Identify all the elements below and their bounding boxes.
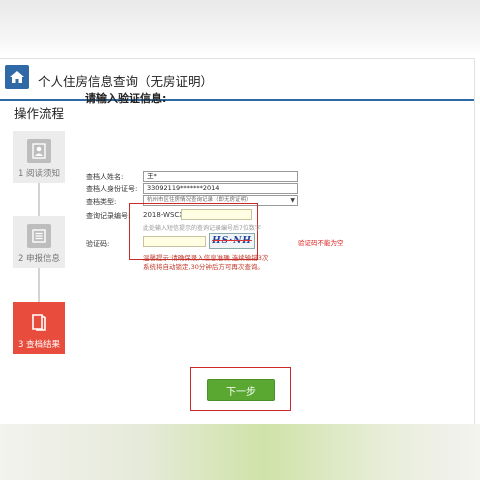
blurred-top-area: [0, 0, 480, 56]
id-number-field[interactable]: 33092119*******2014: [143, 183, 298, 194]
step-label: 3 查档结果: [17, 340, 61, 350]
step-label: 1 阅读须知: [17, 169, 61, 179]
captcha-error: 验证码不能为空: [298, 239, 344, 247]
blurred-bottom-area: [0, 424, 480, 480]
step-connector: [38, 183, 40, 216]
home-icon[interactable]: [5, 65, 29, 89]
record-number-field[interactable]: [181, 209, 252, 220]
type-label: 查档类型:: [86, 198, 117, 206]
list-icon: [27, 224, 51, 248]
captcha-text: HS·NH: [212, 236, 252, 246]
captcha-label: 验证码:: [86, 240, 110, 248]
next-step-button[interactable]: 下一步: [207, 379, 275, 401]
person-icon: [27, 139, 51, 163]
record-prefix: 2018-WSCX-: [143, 211, 187, 219]
name-label: 查档人姓名:: [86, 173, 124, 181]
chevron-down-icon: ▼: [290, 197, 295, 204]
id-label: 查档人身份证号:: [86, 185, 138, 193]
warm-notice: 温馨提示:请确保录入信息准确,连续输错3次系统将自动锁定,30分钟后方可再次查询…: [143, 254, 269, 271]
section-heading: 操作流程: [14, 106, 65, 121]
step-connector: [38, 268, 40, 302]
name-field[interactable]: 王*: [143, 171, 298, 182]
page-header: 个人住房信息查询（无房证明）: [0, 59, 474, 101]
record-hint: 此处输入短信提示的查询记录编号后7位数字: [143, 225, 261, 232]
step-read-notice[interactable]: 1 阅读须知: [13, 131, 65, 183]
step-query-result[interactable]: 3 查档结果: [13, 302, 65, 354]
captcha-image[interactable]: HS·NH: [209, 233, 255, 249]
step-label: 2 申报信息: [17, 254, 61, 264]
page-title: 个人住房信息查询（无房证明）: [38, 74, 214, 89]
step-declare-info[interactable]: 2 申报信息: [13, 216, 65, 268]
book-icon: [27, 310, 51, 334]
captcha-field[interactable]: [143, 236, 206, 247]
record-label: 查询记录编号:: [86, 212, 131, 220]
form-title: 请输入验证信息:: [85, 92, 167, 105]
